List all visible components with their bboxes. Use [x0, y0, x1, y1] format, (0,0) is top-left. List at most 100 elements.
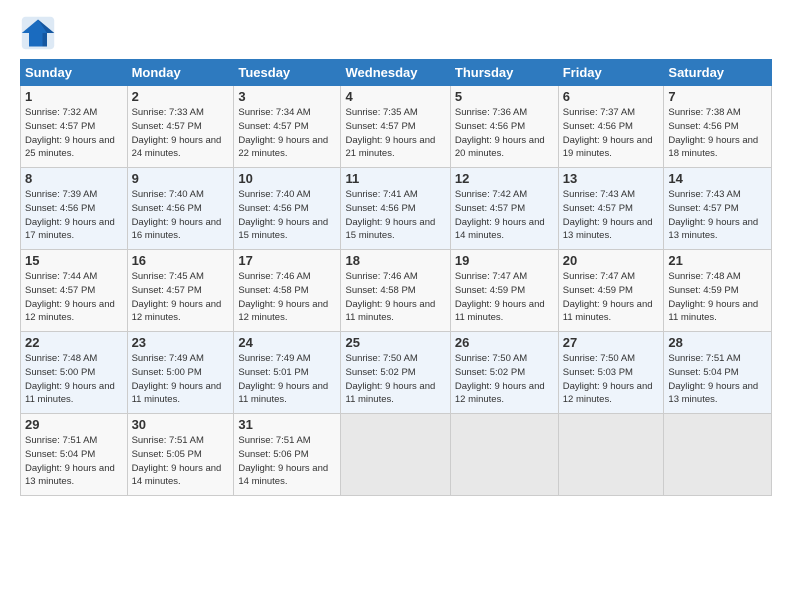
calendar-cell: 2 Sunrise: 7:33 AMSunset: 4:57 PMDaylight… — [127, 86, 234, 168]
day-info: Sunrise: 7:40 AMSunset: 4:56 PMDaylight:… — [132, 188, 230, 243]
calendar-cell: 25Sunrise: 7:50 AMSunset: 5:02 PMDayligh… — [341, 332, 450, 414]
logo-icon — [20, 15, 56, 51]
logo — [20, 15, 62, 51]
day-number: 4 — [345, 89, 445, 104]
day-info: Sunrise: 7:35 AMSunset: 4:57 PMDaylight:… — [345, 106, 445, 161]
day-number: 14 — [668, 171, 767, 186]
day-info: Sunrise: 7:33 AMSunset: 4:57 PMDaylight:… — [132, 106, 230, 161]
day-number: 22 — [25, 335, 123, 350]
calendar-header-monday: Monday — [127, 60, 234, 86]
day-number: 20 — [563, 253, 660, 268]
day-info: Sunrise: 7:51 AMSunset: 5:06 PMDaylight:… — [238, 434, 336, 489]
calendar-header-friday: Friday — [558, 60, 664, 86]
calendar-cell: 28 Sunrise: 7:51 AMSunset: 5:04 PMDayligh… — [664, 332, 772, 414]
day-number: 1 — [25, 89, 123, 104]
calendar-cell: 7 Sunrise: 7:38 AMSunset: 4:56 PMDaylight… — [664, 86, 772, 168]
day-info: Sunrise: 7:38 AMSunset: 4:56 PMDaylight:… — [668, 106, 767, 161]
calendar-week-4: 29 Sunrise: 7:51 AMSunset: 5:04 PMDayligh… — [21, 414, 772, 496]
calendar-cell: 6Sunrise: 7:37 AMSunset: 4:56 PMDaylight… — [558, 86, 664, 168]
day-info: Sunrise: 7:40 AMSunset: 4:56 PMDaylight:… — [238, 188, 336, 243]
calendar-cell: 3Sunrise: 7:34 AMSunset: 4:57 PMDaylight… — [234, 86, 341, 168]
header — [20, 15, 772, 51]
day-info: Sunrise: 7:46 AMSunset: 4:58 PMDaylight:… — [238, 270, 336, 325]
day-info: Sunrise: 7:44 AMSunset: 4:57 PMDaylight:… — [25, 270, 123, 325]
day-number: 31 — [238, 417, 336, 432]
day-info: Sunrise: 7:45 AMSunset: 4:57 PMDaylight:… — [132, 270, 230, 325]
page: SundayMondayTuesdayWednesdayThursdayFrid… — [0, 0, 792, 612]
day-number: 7 — [668, 89, 767, 104]
calendar-cell: 30Sunrise: 7:51 AMSunset: 5:05 PMDayligh… — [127, 414, 234, 496]
calendar-cell: 1 Sunrise: 7:32 AMSunset: 4:57 PMDaylight… — [21, 86, 128, 168]
calendar-cell: 20 Sunrise: 7:47 AMSunset: 4:59 PMDayligh… — [558, 250, 664, 332]
day-number: 18 — [345, 253, 445, 268]
day-number: 13 — [563, 171, 660, 186]
calendar-header-tuesday: Tuesday — [234, 60, 341, 86]
day-info: Sunrise: 7:50 AMSunset: 5:02 PMDaylight:… — [345, 352, 445, 407]
calendar-cell — [558, 414, 664, 496]
day-number: 9 — [132, 171, 230, 186]
calendar-cell — [664, 414, 772, 496]
day-number: 29 — [25, 417, 123, 432]
calendar-cell: 12Sunrise: 7:42 AMSunset: 4:57 PMDayligh… — [450, 168, 558, 250]
calendar-cell — [450, 414, 558, 496]
calendar-cell — [341, 414, 450, 496]
day-number: 17 — [238, 253, 336, 268]
day-info: Sunrise: 7:48 AMSunset: 5:00 PMDaylight:… — [25, 352, 123, 407]
day-info: Sunrise: 7:49 AMSunset: 5:00 PMDaylight:… — [132, 352, 230, 407]
day-info: Sunrise: 7:50 AMSunset: 5:02 PMDaylight:… — [455, 352, 554, 407]
day-info: Sunrise: 7:51 AMSunset: 5:04 PMDaylight:… — [25, 434, 123, 489]
day-number: 19 — [455, 253, 554, 268]
day-number: 26 — [455, 335, 554, 350]
calendar-cell: 18 Sunrise: 7:46 AMSunset: 4:58 PMDayligh… — [341, 250, 450, 332]
calendar-week-1: 8Sunrise: 7:39 AMSunset: 4:56 PMDaylight… — [21, 168, 772, 250]
day-number: 5 — [455, 89, 554, 104]
calendar-cell: 26 Sunrise: 7:50 AMSunset: 5:02 PMDayligh… — [450, 332, 558, 414]
calendar-cell: 29 Sunrise: 7:51 AMSunset: 5:04 PMDayligh… — [21, 414, 128, 496]
calendar-cell: 15 Sunrise: 7:44 AMSunset: 4:57 PMDayligh… — [21, 250, 128, 332]
day-info: Sunrise: 7:43 AMSunset: 4:57 PMDaylight:… — [563, 188, 660, 243]
calendar-cell: 9 Sunrise: 7:40 AMSunset: 4:56 PMDaylight… — [127, 168, 234, 250]
day-number: 24 — [238, 335, 336, 350]
calendar-week-3: 22 Sunrise: 7:48 AMSunset: 5:00 PMDayligh… — [21, 332, 772, 414]
day-info: Sunrise: 7:41 AMSunset: 4:56 PMDaylight:… — [345, 188, 445, 243]
calendar-cell: 22 Sunrise: 7:48 AMSunset: 5:00 PMDayligh… — [21, 332, 128, 414]
day-info: Sunrise: 7:32 AMSunset: 4:57 PMDaylight:… — [25, 106, 123, 161]
calendar-cell: 10 Sunrise: 7:40 AMSunset: 4:56 PMDayligh… — [234, 168, 341, 250]
calendar: SundayMondayTuesdayWednesdayThursdayFrid… — [20, 59, 772, 496]
day-number: 21 — [668, 253, 767, 268]
day-number: 10 — [238, 171, 336, 186]
day-number: 11 — [345, 171, 445, 186]
calendar-cell: 4 Sunrise: 7:35 AMSunset: 4:57 PMDaylight… — [341, 86, 450, 168]
calendar-cell: 23 Sunrise: 7:49 AMSunset: 5:00 PMDayligh… — [127, 332, 234, 414]
day-info: Sunrise: 7:47 AMSunset: 4:59 PMDaylight:… — [455, 270, 554, 325]
calendar-cell: 16 Sunrise: 7:45 AMSunset: 4:57 PMDayligh… — [127, 250, 234, 332]
calendar-header-thursday: Thursday — [450, 60, 558, 86]
day-info: Sunrise: 7:46 AMSunset: 4:58 PMDaylight:… — [345, 270, 445, 325]
day-info: Sunrise: 7:51 AMSunset: 5:04 PMDaylight:… — [668, 352, 767, 407]
day-number: 2 — [132, 89, 230, 104]
day-info: Sunrise: 7:50 AMSunset: 5:03 PMDaylight:… — [563, 352, 660, 407]
day-info: Sunrise: 7:43 AMSunset: 4:57 PMDaylight:… — [668, 188, 767, 243]
day-number: 3 — [238, 89, 336, 104]
calendar-cell: 21 Sunrise: 7:48 AMSunset: 4:59 PMDayligh… — [664, 250, 772, 332]
calendar-header-row: SundayMondayTuesdayWednesdayThursdayFrid… — [21, 60, 772, 86]
calendar-cell: 17 Sunrise: 7:46 AMSunset: 4:58 PMDayligh… — [234, 250, 341, 332]
day-info: Sunrise: 7:36 AMSunset: 4:56 PMDaylight:… — [455, 106, 554, 161]
calendar-cell: 24 Sunrise: 7:49 AMSunset: 5:01 PMDayligh… — [234, 332, 341, 414]
day-number: 16 — [132, 253, 230, 268]
calendar-cell: 11 Sunrise: 7:41 AMSunset: 4:56 PMDayligh… — [341, 168, 450, 250]
day-info: Sunrise: 7:39 AMSunset: 4:56 PMDaylight:… — [25, 188, 123, 243]
day-number: 15 — [25, 253, 123, 268]
day-number: 12 — [455, 171, 554, 186]
calendar-cell: 31 Sunrise: 7:51 AMSunset: 5:06 PMDayligh… — [234, 414, 341, 496]
day-info: Sunrise: 7:48 AMSunset: 4:59 PMDaylight:… — [668, 270, 767, 325]
calendar-cell: 14 Sunrise: 7:43 AMSunset: 4:57 PMDayligh… — [664, 168, 772, 250]
calendar-week-0: 1 Sunrise: 7:32 AMSunset: 4:57 PMDaylight… — [21, 86, 772, 168]
day-number: 28 — [668, 335, 767, 350]
day-number: 23 — [132, 335, 230, 350]
day-info: Sunrise: 7:47 AMSunset: 4:59 PMDaylight:… — [563, 270, 660, 325]
calendar-cell: 19 Sunrise: 7:47 AMSunset: 4:59 PMDayligh… — [450, 250, 558, 332]
day-number: 6 — [563, 89, 660, 104]
day-info: Sunrise: 7:49 AMSunset: 5:01 PMDaylight:… — [238, 352, 336, 407]
calendar-header-sunday: Sunday — [21, 60, 128, 86]
